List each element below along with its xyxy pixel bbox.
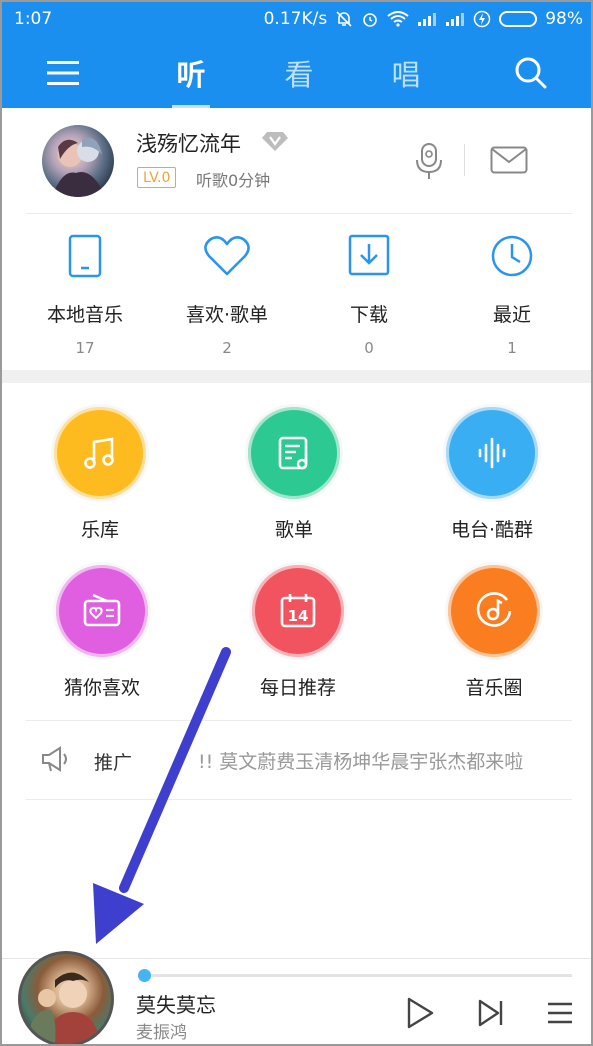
microphone-button[interactable]	[414, 142, 444, 184]
mail-icon	[490, 146, 528, 174]
tab-sing[interactable]: 唱	[371, 38, 441, 108]
progress-bar[interactable]	[138, 969, 572, 982]
battery-percent: 98%	[545, 9, 583, 29]
music-disc-icon	[448, 565, 540, 657]
playlist-icon	[248, 407, 340, 499]
next-button[interactable]	[476, 997, 506, 1033]
username: 浅殇忆流年	[136, 132, 241, 156]
status-bar: 1:07 0.17K/s 98%	[0, 0, 593, 38]
battery-icon	[499, 11, 538, 27]
divider	[464, 144, 465, 176]
play-button[interactable]	[404, 995, 436, 1035]
feature-label: 音乐圈	[465, 677, 523, 699]
feature-label: 乐库	[80, 519, 119, 541]
menu-button[interactable]	[40, 38, 86, 108]
feature-label: 电台·酷群	[450, 519, 534, 541]
quick-count: 0	[364, 339, 374, 357]
wifi-icon	[387, 11, 409, 27]
status-time: 1:07	[14, 9, 53, 29]
charging-icon	[473, 10, 491, 28]
feature-radio[interactable]: 电台·酷群	[402, 407, 582, 542]
list-icon	[548, 1002, 572, 1024]
feature-playlists[interactable]: 歌单	[204, 407, 384, 542]
music-note-icon	[54, 407, 146, 499]
quick-item-recent[interactable]: 最近 1	[442, 234, 582, 357]
feature-guess-you-like[interactable]: 猜你喜欢	[12, 565, 192, 700]
promo-marquee[interactable]: !! 莫文蔚费玉清杨坤华晨宇张杰都来啦	[198, 747, 570, 774]
song-title: 莫失莫忘	[136, 993, 216, 1017]
listen-time: 听歌0分钟	[196, 171, 271, 190]
tab-listen[interactable]: 听	[156, 38, 226, 108]
next-icon	[478, 999, 503, 1027]
search-icon	[515, 57, 547, 89]
signal-icon	[417, 11, 437, 27]
search-button[interactable]	[508, 38, 554, 108]
feature-label: 每日推荐	[259, 677, 336, 699]
profile-section[interactable]: 浅殇忆流年 LV.0 听歌0分钟	[26, 108, 572, 214]
tab-watch[interactable]: 看	[264, 38, 334, 108]
sound-wave-icon	[446, 407, 538, 499]
quick-label: 下载	[349, 304, 388, 326]
megaphone-icon	[40, 745, 72, 777]
download-icon	[299, 234, 439, 278]
quick-item-local-music[interactable]: 本地音乐 17	[15, 234, 155, 357]
quick-item-download[interactable]: 下载 0	[299, 234, 439, 357]
status-icons: 0.17K/s 98%	[264, 9, 583, 29]
quick-access: 本地音乐 17 喜欢·歌单 2 下载 0 最近 1	[0, 214, 593, 370]
quick-label: 本地音乐	[46, 304, 123, 326]
mini-player[interactable]: 莫失莫忘 麦振鸿	[0, 951, 593, 1046]
level-badge: LV.0	[137, 167, 177, 188]
quick-label: 最近	[492, 304, 531, 326]
top-nav: 听 看 唱	[0, 38, 593, 108]
avatar[interactable]	[42, 125, 114, 197]
signal-icon-2	[445, 11, 465, 27]
quick-item-favorites[interactable]: 喜欢·歌单 2	[157, 234, 297, 357]
phone-icon	[15, 234, 155, 278]
quick-count: 2	[222, 339, 232, 357]
calendar-day: 14	[288, 607, 309, 625]
radio-heart-icon	[56, 565, 148, 657]
clock-icon	[442, 234, 582, 278]
heart-icon	[157, 234, 297, 278]
feature-daily-recommend[interactable]: 14 每日推荐	[208, 565, 388, 700]
hamburger-icon	[47, 61, 79, 85]
feature-label: 歌单	[274, 519, 313, 541]
promo-label: 推广	[94, 752, 133, 774]
mute-bell-icon	[335, 10, 353, 28]
album-cover[interactable]	[18, 951, 114, 1046]
network-speed: 0.17K/s	[263, 9, 328, 29]
quick-count: 17	[75, 339, 95, 357]
playlist-button[interactable]	[546, 999, 574, 1031]
promo-banner[interactable]: 推广 !! 莫文蔚费玉清杨坤华晨宇张杰都来啦	[26, 720, 572, 800]
alarm-icon	[361, 10, 379, 28]
feature-music-circle[interactable]: 音乐圈	[404, 565, 584, 700]
play-icon	[407, 997, 434, 1029]
song-artist: 麦振鸿	[136, 1023, 187, 1043]
calendar-icon: 14	[252, 565, 344, 657]
section-divider	[0, 370, 593, 383]
quick-count: 1	[507, 339, 517, 357]
feature-music-library[interactable]: 乐库	[10, 407, 190, 542]
feature-label: 猜你喜欢	[63, 677, 140, 699]
progress-knob[interactable]	[138, 969, 151, 982]
quick-label: 喜欢·歌单	[185, 304, 269, 326]
message-button[interactable]	[490, 146, 528, 178]
vip-diamond-icon[interactable]	[261, 130, 289, 156]
microphone-icon	[416, 143, 442, 179]
